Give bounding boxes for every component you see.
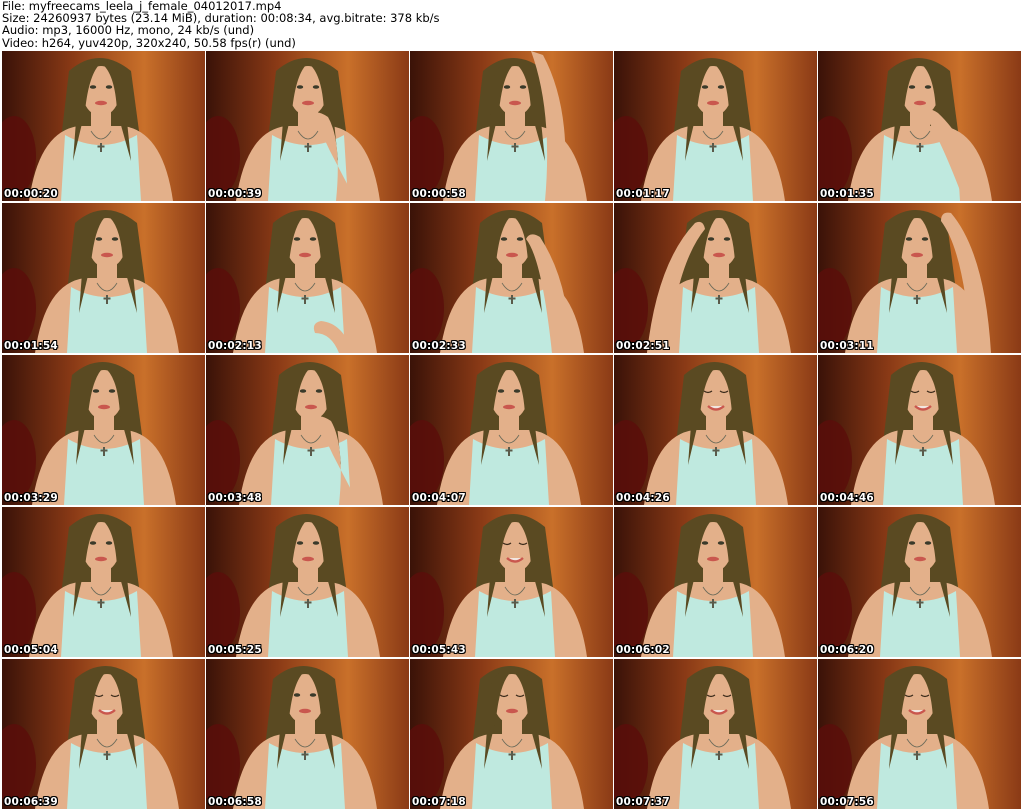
thumbnail-timestamp: 00:04:07 [412, 492, 466, 504]
video-thumbnail: 00:02:33 [410, 203, 613, 353]
video-frame-thumbnail [818, 203, 1021, 353]
video-thumbnail: 00:03:11 [818, 203, 1021, 353]
video-thumbnail: 00:00:58 [410, 51, 613, 201]
video-thumbnail: 00:02:13 [206, 203, 409, 353]
video-thumbnail: 00:03:48 [206, 355, 409, 505]
audio-info-line: Audio: mp3, 16000 Hz, mono, 24 kb/s (und… [2, 23, 255, 38]
video-frame-thumbnail [2, 355, 205, 505]
video-thumbnail: 00:06:02 [614, 507, 817, 657]
thumbnail-timestamp: 00:01:17 [616, 188, 670, 200]
thumbnail-timestamp: 00:00:39 [208, 188, 262, 200]
thumbnail-timestamp: 00:07:18 [412, 796, 466, 808]
video-thumbnail: 00:06:58 [206, 659, 409, 809]
video-frame-thumbnail [206, 659, 409, 809]
thumbnail-timestamp: 00:04:46 [820, 492, 874, 504]
thumbnail-timestamp: 00:00:58 [412, 188, 466, 200]
video-thumbnail: 00:05:04 [2, 507, 205, 657]
thumbnail-timestamp: 00:05:04 [4, 644, 58, 656]
video-thumbnail: 00:07:18 [410, 659, 613, 809]
thumbnail-timestamp: 00:03:48 [208, 492, 262, 504]
video-thumbnail: 00:07:56 [818, 659, 1021, 809]
video-thumbnail: 00:06:39 [2, 659, 205, 809]
video-frame-thumbnail [818, 507, 1021, 657]
video-frame-thumbnail [818, 51, 1021, 201]
thumbnail-timestamp: 00:06:02 [616, 644, 670, 656]
video-thumbnail: 00:03:29 [2, 355, 205, 505]
video-thumbnail: 00:00:20 [2, 51, 205, 201]
thumbnail-timestamp: 00:00:20 [4, 188, 58, 200]
video-frame-thumbnail [206, 51, 409, 201]
thumbnail-timestamp: 00:02:33 [412, 340, 466, 352]
thumbnail-timestamp: 00:05:25 [208, 644, 262, 656]
video-frame-thumbnail [2, 203, 205, 353]
video-thumbnail: 00:06:20 [818, 507, 1021, 657]
video-frame-thumbnail [410, 659, 613, 809]
video-frame-thumbnail [410, 355, 613, 505]
video-frame-thumbnail [206, 355, 409, 505]
thumbnail-grid: 00:00:20 00:00:39 00:00:58 00:01:17 00:01:35… [0, 51, 1024, 811]
video-thumbnail: 00:00:39 [206, 51, 409, 201]
video-thumbnail: 00:07:37 [614, 659, 817, 809]
video-frame-thumbnail [818, 355, 1021, 505]
video-frame-thumbnail [614, 51, 817, 201]
video-thumbnail: 00:01:17 [614, 51, 817, 201]
thumbnail-timestamp: 00:07:37 [616, 796, 670, 808]
video-thumbnail: 00:02:51 [614, 203, 817, 353]
thumbnail-timestamp: 00:06:20 [820, 644, 874, 656]
file-info-header: File: myfreecams_leela_j_female_04012017… [0, 0, 1024, 51]
thumbnail-timestamp: 00:07:56 [820, 796, 874, 808]
video-thumbnail: 00:05:43 [410, 507, 613, 657]
video-frame-thumbnail [410, 51, 613, 201]
video-frame-thumbnail [2, 51, 205, 201]
video-frame-thumbnail [614, 659, 817, 809]
video-thumbnail: 00:01:54 [2, 203, 205, 353]
video-frame-thumbnail [2, 507, 205, 657]
thumbnail-timestamp: 00:02:51 [616, 340, 670, 352]
thumbnail-timestamp: 00:06:58 [208, 796, 262, 808]
video-frame-thumbnail [2, 659, 205, 809]
video-thumbnail: 00:05:25 [206, 507, 409, 657]
thumbnail-timestamp: 00:03:11 [820, 340, 874, 352]
thumbnail-timestamp: 00:02:13 [208, 340, 262, 352]
video-thumbnail: 00:04:26 [614, 355, 817, 505]
video-thumbnail: 00:01:35 [818, 51, 1021, 201]
thumbnail-timestamp: 00:01:54 [4, 340, 58, 352]
video-frame-thumbnail [614, 203, 817, 353]
thumbnail-timestamp: 00:05:43 [412, 644, 466, 656]
video-frame-thumbnail [818, 659, 1021, 809]
thumbnail-timestamp: 00:04:26 [616, 492, 670, 504]
thumbnail-timestamp: 00:03:29 [4, 492, 58, 504]
video-frame-thumbnail [410, 507, 613, 657]
thumbnail-timestamp: 00:01:35 [820, 188, 874, 200]
video-info-line: Video: h264, yuv420p, 320x240, 50.58 fps… [2, 35, 296, 50]
video-frame-thumbnail [614, 507, 817, 657]
thumbnail-timestamp: 00:06:39 [4, 796, 58, 808]
video-frame-thumbnail [614, 355, 817, 505]
video-frame-thumbnail [206, 507, 409, 657]
video-frame-thumbnail [206, 203, 409, 353]
video-frame-thumbnail [410, 203, 613, 353]
video-thumbnail: 00:04:07 [410, 355, 613, 505]
video-thumbnail: 00:04:46 [818, 355, 1021, 505]
